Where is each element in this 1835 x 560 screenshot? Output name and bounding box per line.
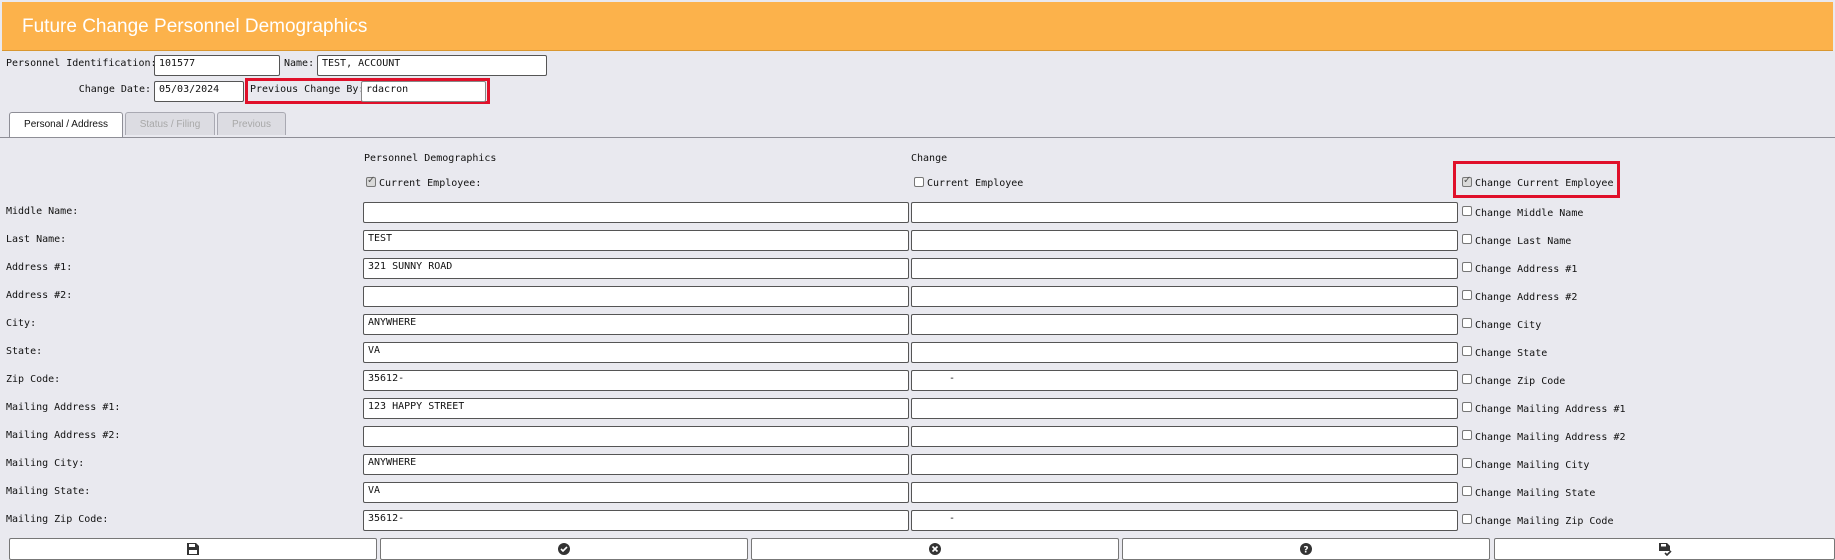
- current-value-field[interactable]: VA: [363, 342, 909, 363]
- change-toggle-checkbox[interactable]: [1462, 262, 1472, 272]
- change-toggle-checkbox[interactable]: [1462, 206, 1472, 216]
- change-value-field[interactable]: [911, 454, 1458, 475]
- personnel-id-field[interactable]: 101577: [154, 55, 280, 76]
- change-value-field[interactable]: [911, 342, 1458, 363]
- current-value-field[interactable]: [363, 426, 909, 447]
- current-value-field[interactable]: 35612-: [363, 510, 909, 531]
- row-label: Mailing State:: [6, 486, 91, 497]
- change-current-employee-value-label: Current Employee: [927, 178, 1024, 189]
- current-value-field[interactable]: ANYWHERE: [363, 314, 909, 335]
- current-column-header: Personnel Demographics: [364, 153, 497, 164]
- row-label: Mailing Address #2:: [6, 430, 121, 441]
- row-label: Mailing Address #1:: [6, 402, 121, 413]
- change-toggle-checkbox[interactable]: [1462, 318, 1472, 328]
- change-current-employee-value-checkbox[interactable]: [914, 177, 924, 187]
- change-toggle-checkbox[interactable]: [1462, 234, 1472, 244]
- current-value-field[interactable]: 123 HAPPY STREET: [363, 398, 909, 419]
- change-value-field[interactable]: [911, 314, 1458, 335]
- current-employee-label: Current Employee:: [379, 178, 482, 189]
- row-label: Last Name:: [6, 234, 67, 245]
- current-value-field[interactable]: [363, 202, 909, 223]
- change-toggle-checkbox[interactable]: [1462, 486, 1472, 496]
- change-value-field[interactable]: -: [911, 370, 1458, 391]
- row-label: Zip Code:: [6, 374, 61, 385]
- current-value-field[interactable]: VA: [363, 482, 909, 503]
- help-circle-icon: ?: [1300, 543, 1312, 556]
- change-toggle-checkbox[interactable]: [1462, 346, 1472, 356]
- tab-divider: [0, 137, 1835, 138]
- change-current-employee-label: Change Current Employee: [1475, 178, 1614, 189]
- change-toggle-label: Change Zip Code: [1475, 376, 1566, 387]
- change-toggle-label: Change Mailing Address #2: [1475, 432, 1626, 443]
- change-toggle-label: Change Mailing State: [1475, 488, 1596, 499]
- change-toggle-label: Change Last Name: [1475, 236, 1572, 247]
- change-toggle-checkbox[interactable]: [1462, 290, 1472, 300]
- change-toggle-label: Change Address #1: [1475, 264, 1578, 275]
- row-label: City:: [6, 318, 37, 329]
- row-label: Address #1:: [6, 262, 73, 273]
- change-value-field[interactable]: [911, 258, 1458, 279]
- change-toggle-label: Change Mailing City: [1475, 460, 1590, 471]
- change-date-field[interactable]: 05/03/2024: [154, 81, 244, 102]
- change-toggle-checkbox[interactable]: [1462, 514, 1472, 524]
- change-toggle-checkbox[interactable]: [1462, 430, 1472, 440]
- page-title: Future Change Personnel Demographics: [22, 16, 368, 37]
- row-label: Mailing Zip Code:: [6, 514, 109, 525]
- change-toggle-checkbox[interactable]: [1462, 402, 1472, 412]
- svg-text:?: ?: [1303, 546, 1308, 556]
- change-toggle-label: Change Mailing Zip Code: [1475, 516, 1614, 527]
- change-toggle-checkbox[interactable]: [1462, 374, 1472, 384]
- current-value-field[interactable]: 321 SUNNY ROAD: [363, 258, 909, 279]
- row-label: Mailing City:: [6, 458, 85, 469]
- name-label: Name:: [284, 58, 315, 69]
- change-value-field[interactable]: [911, 426, 1458, 447]
- current-value-field[interactable]: ANYWHERE: [363, 454, 909, 475]
- current-value-field[interactable]: 35612-: [363, 370, 909, 391]
- personnel-id-label: Personnel Identification:: [6, 58, 157, 69]
- title-bar: Future Change Personnel Demographics: [2, 2, 1833, 51]
- change-value-field[interactable]: [911, 230, 1458, 251]
- row-label: Address #2:: [6, 290, 73, 301]
- change-toggle-label: Change Middle Name: [1475, 208, 1584, 219]
- change-current-employee-checkbox[interactable]: [1462, 175, 1472, 187]
- change-toggle-label: Change City: [1475, 320, 1542, 331]
- name-field[interactable]: TEST, ACCOUNT: [317, 55, 547, 76]
- change-value-field[interactable]: [911, 398, 1458, 419]
- change-toggle-checkbox[interactable]: [1462, 458, 1472, 468]
- change-value-field[interactable]: [911, 286, 1458, 307]
- change-toggle-label: Change Address #2: [1475, 292, 1578, 303]
- change-column-header: Change: [911, 153, 948, 164]
- tab-status-filing[interactable]: Status / Filing: [125, 112, 215, 135]
- row-label: Middle Name:: [6, 206, 79, 217]
- close-circle-icon: [929, 543, 941, 555]
- current-employee-checkbox[interactable]: [366, 175, 376, 187]
- current-value-field[interactable]: TEST: [363, 230, 909, 251]
- change-toggle-label: Change Mailing Address #1: [1475, 404, 1626, 415]
- change-value-field[interactable]: [911, 482, 1458, 503]
- save-check-icon: [1658, 543, 1672, 556]
- change-toggle-label: Change State: [1475, 348, 1548, 359]
- zip-separator: -: [949, 513, 956, 524]
- save-icon: [187, 543, 199, 555]
- prev-change-field[interactable]: rdacron: [361, 81, 486, 102]
- tab-personal-address[interactable]: Personal / Address: [9, 112, 123, 137]
- prev-change-label: Previous Change By:: [250, 84, 365, 95]
- change-date-label: Change Date:: [78, 84, 151, 95]
- change-value-field[interactable]: -: [911, 510, 1458, 531]
- change-value-field[interactable]: [911, 202, 1458, 223]
- row-label: State:: [6, 346, 43, 357]
- current-value-field[interactable]: [363, 286, 909, 307]
- check-circle-icon: [558, 543, 570, 555]
- zip-separator: -: [949, 373, 956, 384]
- tab-previous[interactable]: Previous: [217, 112, 286, 135]
